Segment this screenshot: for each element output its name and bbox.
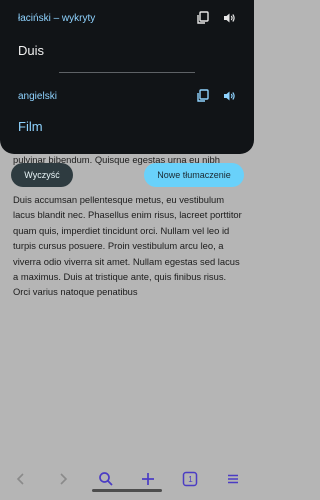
forward-icon[interactable] (51, 467, 75, 491)
article-paragraph: Duis accumsan pellentesque metus, eu ves… (13, 194, 242, 298)
add-icon[interactable] (136, 467, 160, 491)
back-icon[interactable] (9, 467, 33, 491)
source-row: łaciński – wykryty (18, 11, 236, 25)
speaker-icon[interactable] (222, 89, 236, 103)
home-indicator (92, 489, 162, 492)
bottom-navigation: 1 (0, 458, 254, 500)
search-icon[interactable] (94, 467, 118, 491)
tab-count: 1 (188, 474, 193, 484)
menu-icon[interactable] (221, 467, 245, 491)
speaker-icon[interactable] (222, 11, 236, 25)
target-row: angielski (18, 89, 236, 103)
copy-icon[interactable] (196, 11, 210, 25)
source-text[interactable]: Duis (18, 43, 44, 58)
new-translation-button[interactable]: Nowe tłumaczenie (144, 163, 244, 187)
target-language-label[interactable]: angielski (18, 91, 57, 102)
tabs-icon[interactable]: 1 (178, 467, 202, 491)
source-language-label[interactable]: łaciński – wykryty (18, 13, 95, 24)
divider (59, 72, 195, 73)
copy-icon[interactable] (196, 89, 210, 103)
clear-button[interactable]: Wyczyść (11, 163, 73, 187)
translation-card: łaciński – wykryty Duis angielski Film (0, 0, 254, 154)
translated-text: Film (18, 119, 43, 134)
